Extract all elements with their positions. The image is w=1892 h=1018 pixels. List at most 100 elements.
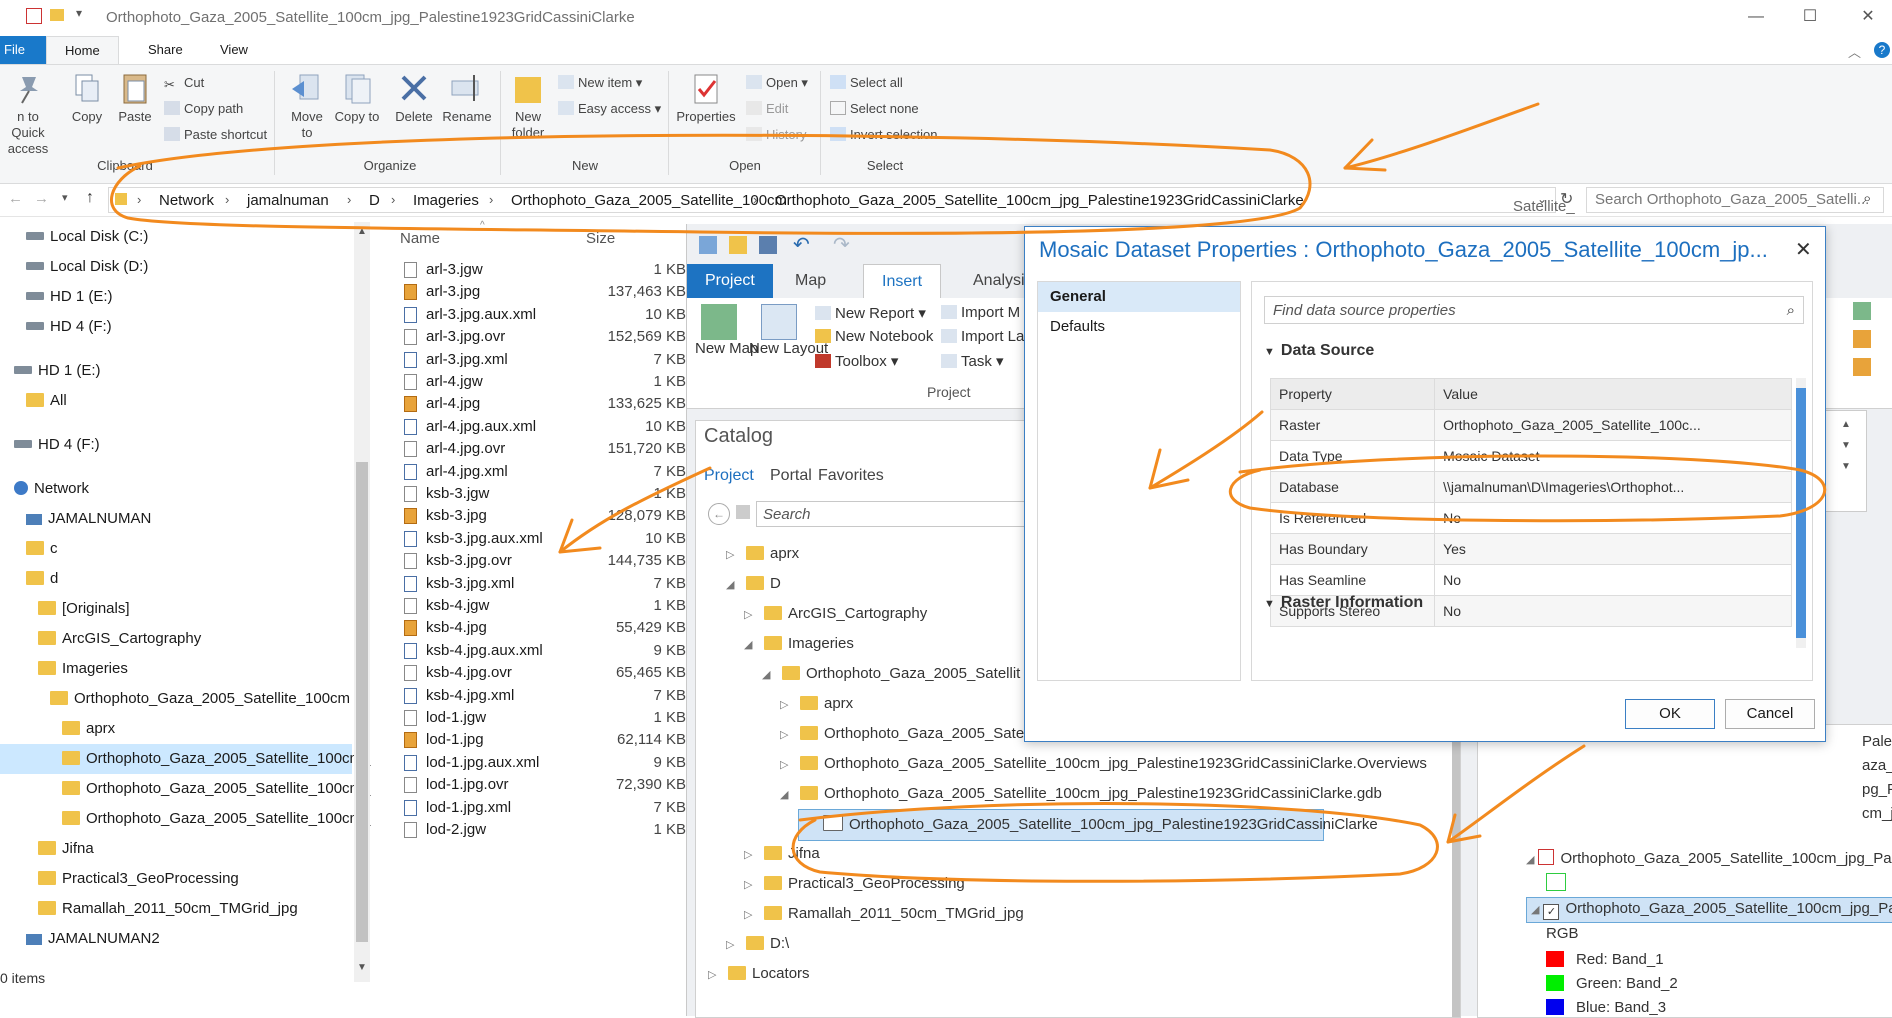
save-project-icon[interactable] (759, 236, 777, 254)
catalog-tab-favorites[interactable]: Favorites (818, 467, 884, 485)
tool-icon[interactable] (1853, 358, 1871, 376)
expand-icon[interactable]: ▷ (726, 540, 740, 570)
folder-quick-icon[interactable] (50, 9, 64, 21)
undo-icon[interactable]: ↶ (793, 232, 810, 257)
catalog-tab-project[interactable]: Project (704, 467, 754, 485)
breadcrumb-separator-icon[interactable]: › (347, 192, 351, 207)
expand-icon[interactable]: ▷ (744, 900, 758, 930)
import-map-button[interactable]: Import M (941, 304, 1020, 321)
nav-item[interactable]: HD 1 (E:) (0, 356, 352, 386)
copy-button[interactable]: Copy (64, 71, 110, 124)
collapse-icon[interactable]: ◢ (780, 780, 794, 810)
catalog-item[interactable]: ◢ Imageries (744, 629, 854, 659)
tab-insert[interactable]: Insert (863, 264, 942, 299)
scroll-up-icon[interactable]: ▲ (1826, 419, 1866, 430)
expand-icon[interactable]: ▷ (744, 870, 758, 900)
tab-view[interactable]: View (202, 36, 266, 64)
new-map-button[interactable]: New Map (695, 304, 758, 357)
dialog-close-icon[interactable]: ✕ (1795, 237, 1812, 262)
collapse-icon[interactable]: ◢ (1531, 904, 1539, 916)
property-row[interactable]: Is Referenced No (1269, 502, 1792, 534)
up-arrow-icon[interactable]: ↑ (86, 189, 94, 207)
catalog-item[interactable]: ▷ aprx (726, 539, 799, 569)
layer-checkbox[interactable] (1538, 849, 1555, 865)
expand-icon[interactable]: ▷ (780, 750, 794, 780)
collapse-icon[interactable]: ◢ (744, 630, 758, 660)
copy-to-button[interactable]: Copy to (334, 71, 380, 125)
tab-home[interactable]: Home (46, 36, 119, 65)
expand-icon[interactable]: ▷ (744, 840, 758, 870)
new-report-button[interactable]: New Report ▾ (815, 304, 926, 322)
scroll-down-icon[interactable]: ▼ (1826, 440, 1866, 451)
nav-item[interactable]: All (0, 386, 352, 416)
nav-item[interactable]: [Originals] (0, 594, 352, 624)
toolbox-button[interactable]: Toolbox ▾ (815, 352, 898, 370)
rename-button[interactable]: Rename (440, 71, 494, 124)
move-to-button[interactable]: Move to (284, 71, 330, 141)
nav-item[interactable]: JAMALNUMAN (0, 504, 352, 534)
nav-item[interactable]: Orthophoto_Gaza_2005_Satellite_100cm_ (0, 804, 370, 834)
nav-item[interactable]: Practical3_GeoProcessing (0, 864, 352, 894)
catalog-item[interactable]: ▷ Orthophoto_Gaza_2005_Satellite_100cm_jp… (780, 749, 1427, 779)
copy-path-button[interactable]: Copy path (164, 101, 243, 116)
layer-row-selected[interactable]: ◢ ✓ Orthophoto_Gaza_2005_Satellite_100cm_j… (1526, 897, 1892, 923)
layer-name[interactable]: Orthophoto_Gaza_2005_Satellite_100cm_jpg… (1565, 900, 1892, 917)
layer-name[interactable]: Orthophoto_Gaza_2005_Satellite_100cm_jpg… (1560, 850, 1891, 867)
scroll-up-icon[interactable]: ▲ (357, 226, 367, 237)
search-icon[interactable]: ⌕ (1787, 297, 1795, 325)
breadcrumb-separator-icon[interactable]: › (489, 192, 493, 207)
catalog-item[interactable]: ◢ D (726, 569, 781, 599)
expand-icon[interactable]: ▷ (708, 960, 722, 990)
delete-button[interactable]: Delete (390, 71, 438, 124)
tab-share[interactable]: Share (130, 36, 201, 64)
catalog-item[interactable]: ▷ Ramallah_2011_50cm_TMGrid_jpg (744, 899, 1024, 929)
nav-item[interactable]: Imageries (0, 654, 352, 684)
forward-arrow-icon[interactable]: → (34, 190, 49, 207)
paste-button[interactable]: Paste (112, 71, 158, 124)
file-row[interactable]: lod-2.jgw 1 KB (376, 816, 686, 843)
column-header-size[interactable]: Size (586, 230, 615, 247)
breadcrumb-separator-icon[interactable]: › (391, 192, 395, 207)
home-icon[interactable] (736, 505, 750, 519)
expand-icon[interactable]: ▷ (780, 720, 794, 750)
ok-button[interactable]: OK (1625, 699, 1715, 729)
nav-item[interactable]: aprx (0, 714, 352, 744)
breadcrumb-separator-icon[interactable]: › (225, 192, 229, 207)
redo-icon[interactable]: ↷ (833, 232, 850, 257)
chevron-down-icon[interactable]: ▼ (1264, 598, 1275, 610)
new-layout-button[interactable]: New Layout (749, 304, 828, 357)
layer-checkbox[interactable]: ✓ (1543, 904, 1560, 920)
property-row[interactable]: Database \\jamalnuman\D\Imageries\Orthoph… (1269, 471, 1792, 503)
new-project-icon[interactable] (699, 236, 717, 254)
nav-item[interactable]: Ramallah_2011_50cm_TMGrid_jpg (0, 894, 352, 924)
expand-icon[interactable]: ▷ (744, 600, 758, 630)
nav-item[interactable]: c (0, 534, 352, 564)
nav-item[interactable]: Orthophoto_Gaza_2005_Satellite_100cm_ (0, 744, 370, 774)
close-window-button[interactable]: ✕ (1848, 4, 1888, 30)
cut-button[interactable]: ✂ Cut (164, 75, 204, 92)
breadcrumb-orthophoto-folder[interactable]: Orthophoto_Gaza_2005_Satellite_100cm (511, 192, 787, 209)
column-header-name[interactable]: Name (400, 230, 440, 247)
catalog-item-selected[interactable]: Orthophoto_Gaza_2005_Satellite_100cm_jpg… (798, 809, 1378, 841)
property-row[interactable]: Has Boundary Yes (1269, 533, 1792, 565)
new-notebook-button[interactable]: New Notebook (815, 328, 933, 345)
tab-project[interactable]: Project (687, 264, 773, 298)
collapse-icon[interactable]: ◢ (1526, 854, 1534, 866)
collapse-ribbon-icon[interactable]: ︿ (1848, 42, 1861, 61)
expand-icon[interactable]: ▼ (1826, 461, 1866, 472)
nav-item[interactable]: d (0, 564, 352, 594)
satellite-tab-label[interactable]: Satellite_ (1513, 198, 1575, 215)
nav-item[interactable]: Orthophoto_Gaza_2005_Satellite_100cm (0, 684, 352, 714)
nav-item[interactable]: ArcGIS_Cartography (0, 624, 352, 654)
new-item-button[interactable]: New item ▾ (558, 75, 642, 91)
properties-button[interactable]: Properties (674, 71, 738, 124)
breadcrumb-imageries[interactable]: Imageries (413, 192, 479, 209)
catalog-item[interactable]: ◢ Orthophoto_Gaza_2005_Satellit (762, 659, 1020, 689)
pin-quick-access-button[interactable]: n to Quick access (0, 71, 58, 157)
cancel-button[interactable]: Cancel (1725, 699, 1815, 729)
properties-quick-icon[interactable] (26, 8, 42, 24)
property-row[interactable]: Data Type Mosaic Dataset (1269, 440, 1792, 472)
collapse-icon[interactable]: ◢ (726, 570, 740, 600)
nav-item[interactable]: Local Disk (C:) (0, 222, 352, 252)
nav-item[interactable]: Jifna (0, 834, 352, 864)
